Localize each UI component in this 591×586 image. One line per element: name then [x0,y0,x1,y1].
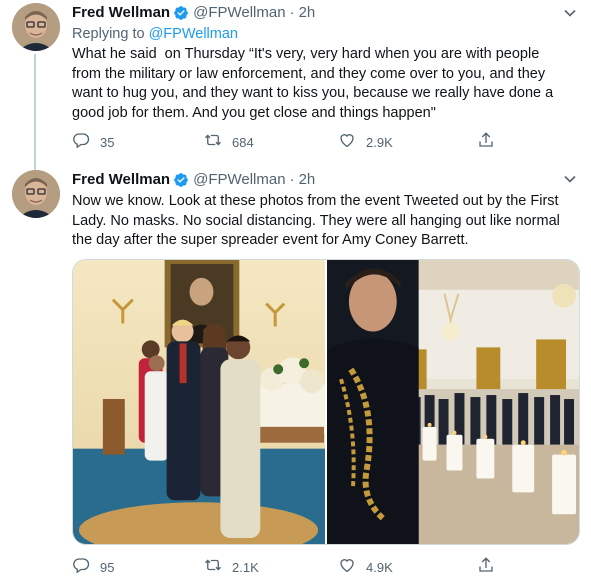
reply-button[interactable]: 35 [72,131,114,155]
heart-icon [338,556,356,580]
author-name[interactable]: Fred Wellman [72,170,170,190]
replying-to-mention[interactable]: @FPWellman [149,26,238,42]
tweet-text: What he said on Thursday “It's very, ver… [72,46,554,121]
chevron-down-icon[interactable] [563,6,577,20]
heart-icon [338,131,356,155]
separator-dot: · [289,4,295,21]
avatar[interactable] [12,3,60,51]
retweet-button[interactable]: 684 [204,131,254,155]
timestamp[interactable]: 2h [299,170,316,190]
share-button[interactable] [477,131,495,155]
avatar[interactable] [12,170,60,218]
author-handle[interactable]: @FPWellman [193,3,285,23]
retweet-count: 684 [232,135,254,150]
verified-badge-icon [173,172,189,188]
replying-to: Replying to @FPWellman [72,25,238,43]
author-handle[interactable]: @FPWellman [193,170,285,190]
replying-to-label: Replying to [72,26,149,42]
like-button[interactable]: 4.9K [338,556,393,580]
tweet-media[interactable] [72,259,580,545]
retweet-icon [204,131,222,155]
tweet-header: Fred Wellman @FPWellman · 2h [72,3,315,23]
separator-dot: · [289,171,295,188]
reply-icon [72,131,90,155]
verified-badge-icon [173,5,189,21]
tweet-text: Now we know. Look at these photos from t… [72,193,560,248]
retweet-button[interactable]: 2.1K [204,556,259,580]
share-icon [477,131,495,155]
share-button[interactable] [477,556,495,580]
like-count: 2.9K [366,135,393,150]
reply-button[interactable]: 95 [72,556,114,580]
like-button[interactable]: 2.9K [338,131,393,155]
tweet[interactable]: Fred Wellman @FPWellman · 2h Replying to… [0,0,591,162]
retweet-count: 2.1K [232,560,259,575]
retweet-icon [204,556,222,580]
tweet-actions: 35 684 2.9K [72,131,502,151]
reply-count: 35 [100,135,115,150]
share-icon [477,556,495,580]
reply-icon [72,556,90,580]
like-count: 4.9K [366,560,393,575]
reply-count: 95 [100,560,115,575]
tweet[interactable]: Fred Wellman @FPWellman · 2h Now we know… [0,162,591,586]
chevron-down-icon[interactable] [563,172,577,186]
author-name[interactable]: Fred Wellman [72,3,170,23]
tweet-header: Fred Wellman @FPWellman · 2h [72,170,315,190]
timestamp[interactable]: 2h [299,3,316,23]
tweet-photo[interactable] [327,260,579,544]
tweet-actions: 95 2.1K 4.9K [72,556,502,576]
tweet-photo[interactable] [73,260,325,544]
